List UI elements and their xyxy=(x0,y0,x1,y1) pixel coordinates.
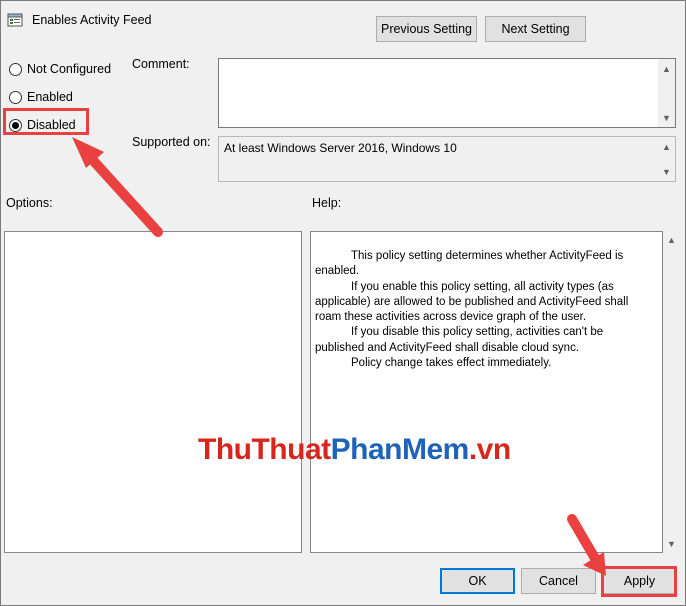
help-text: This policy setting determines whether A… xyxy=(315,249,641,371)
options-label: Options: xyxy=(6,196,53,210)
next-setting-button[interactable]: Next Setting xyxy=(485,16,586,42)
help-scrollbar[interactable]: ▲ ▼ xyxy=(663,231,680,553)
help-paragraph: If you enable this policy setting, all a… xyxy=(315,280,629,324)
policy-setting-icon xyxy=(7,13,23,27)
cancel-button[interactable]: Cancel xyxy=(521,568,596,594)
watermark-part: PhanMem xyxy=(330,433,470,466)
supported-on-label: Supported on: xyxy=(132,135,211,149)
help-paragraph: Policy change takes effect immediately. xyxy=(351,357,552,370)
radio-enabled-label: Enabled xyxy=(27,90,73,104)
radio-enabled[interactable]: Enabled xyxy=(9,90,73,104)
scroll-up-icon[interactable]: ▲ xyxy=(658,60,675,77)
scroll-up-icon[interactable]: ▲ xyxy=(658,138,675,155)
help-panel: This policy setting determines whether A… xyxy=(310,231,663,553)
comment-scrollbar[interactable]: ▲ ▼ xyxy=(658,59,675,127)
watermark-part: .vn xyxy=(468,433,511,466)
help-label: Help: xyxy=(312,196,342,210)
radio-not-configured-indicator[interactable] xyxy=(9,62,22,76)
options-panel xyxy=(4,231,302,553)
supported-on-scrollbar[interactable]: ▲ ▼ xyxy=(658,137,675,181)
help-paragraph: If you disable this policy setting, acti… xyxy=(315,326,604,354)
scroll-up-icon[interactable]: ▲ xyxy=(663,233,680,247)
radio-enabled-indicator[interactable] xyxy=(9,90,22,104)
disabled-highlight-box xyxy=(3,108,89,135)
ok-button[interactable]: OK xyxy=(440,568,515,594)
supported-on-value: At least Windows Server 2016, Windows 10 xyxy=(224,141,457,155)
watermark-part: ThuThuat xyxy=(198,433,331,466)
supported-on-field: At least Windows Server 2016, Windows 10… xyxy=(218,136,676,182)
apply-highlight-box xyxy=(601,566,677,597)
window-title: Enables Activity Feed xyxy=(32,13,152,27)
radio-not-configured[interactable]: Not Configured xyxy=(9,62,111,76)
scroll-down-icon[interactable]: ▼ xyxy=(658,163,675,180)
comment-textarea[interactable]: ▲ ▼ xyxy=(218,58,676,128)
scroll-down-icon[interactable]: ▼ xyxy=(658,109,675,126)
comment-label: Comment: xyxy=(132,57,190,71)
scroll-down-icon[interactable]: ▼ xyxy=(663,537,680,551)
watermark-logo: ThuThuatPhanMem.vn xyxy=(198,433,511,467)
help-paragraph: This policy setting determines whether A… xyxy=(315,250,624,278)
radio-not-configured-label: Not Configured xyxy=(27,62,112,76)
previous-setting-button[interactable]: Previous Setting xyxy=(376,16,477,42)
